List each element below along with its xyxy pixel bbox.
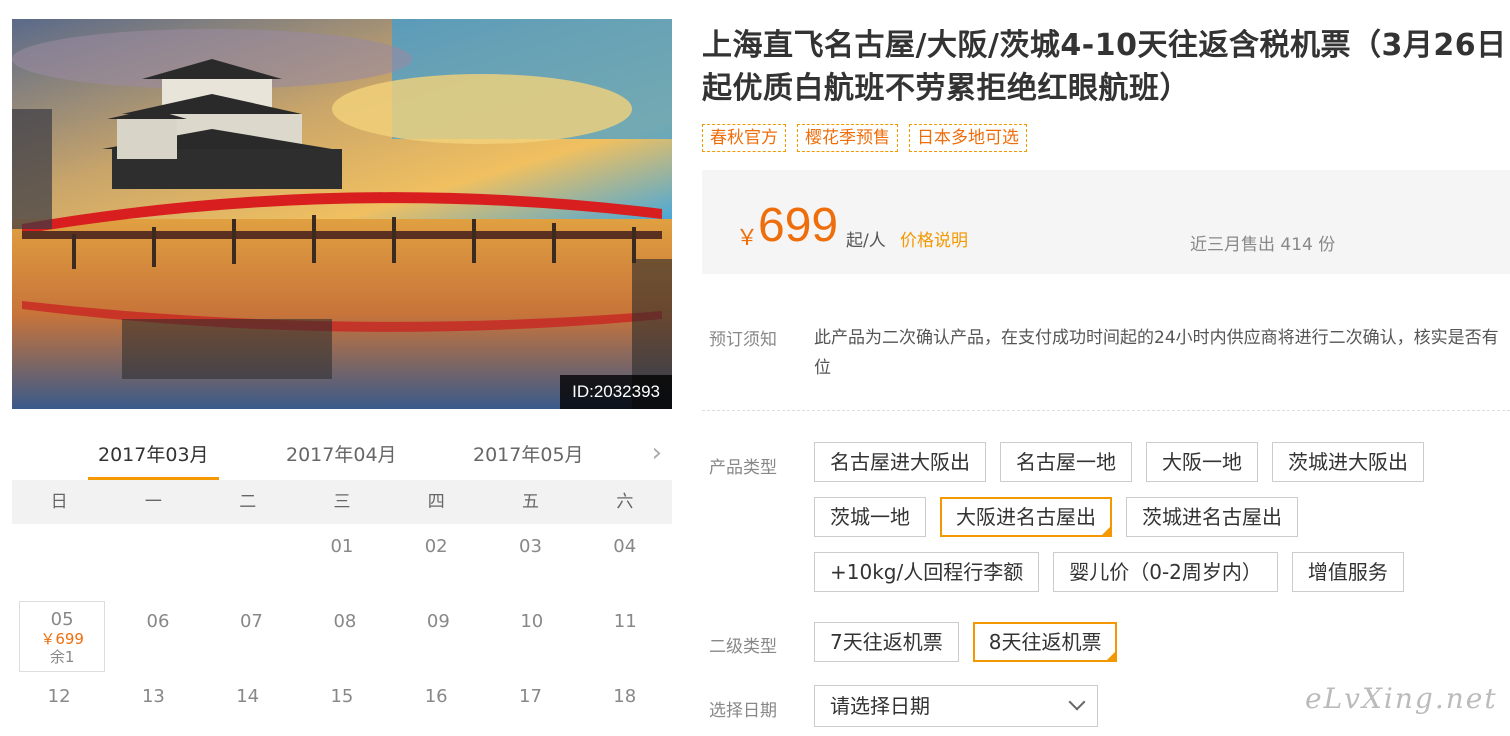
- weekday-fri: 五: [522, 492, 540, 512]
- sub-type-label: 二级类型: [709, 637, 777, 657]
- calendar-day: 15: [330, 686, 354, 707]
- weekday-sun: 日: [50, 492, 68, 512]
- option-button[interactable]: 婴儿价（0-2周岁内）: [1053, 552, 1278, 592]
- month-tabs: 2017年03月 2017年04月 2017年05月 ›: [12, 426, 672, 482]
- option-button[interactable]: 名古屋一地: [1000, 442, 1132, 482]
- calendar-day: 07: [239, 611, 263, 632]
- price-note-link[interactable]: 价格说明: [900, 226, 968, 251]
- option-button[interactable]: 增值服务: [1291, 552, 1404, 592]
- date-select[interactable]: 请选择日期: [814, 685, 1098, 727]
- option-button[interactable]: 茨城进大阪出: [1272, 442, 1424, 482]
- tab-month-may[interactable]: 2017年05月: [463, 440, 594, 479]
- option-button[interactable]: 7天往返机票: [814, 622, 959, 662]
- price-unit: 起/人: [846, 231, 886, 251]
- notice-text: 此产品为二次确认产品，在支付成功时间起的24小时内供应商将进行二次确认，核实是否…: [814, 328, 1499, 378]
- date-label: 选择日期: [709, 701, 777, 721]
- calendar-day: 18: [613, 686, 637, 707]
- day-price: ￥699: [40, 630, 84, 648]
- calendar-day: 17: [519, 686, 542, 707]
- product-title: 上海直飞名古屋/大阪/茨城4-10天往返含税机票（3月26日起优质白航班不劳累拒…: [702, 28, 1507, 106]
- tag: 春秋官方: [702, 124, 786, 152]
- option-button[interactable]: 茨城一地: [814, 497, 926, 537]
- calendar-week: 01 02 03 04: [12, 524, 672, 599]
- product-page: ID:2032393 2017年03月 2017年04月 2017年05月 › …: [0, 0, 1510, 736]
- day-remaining: 余1: [49, 648, 75, 666]
- option-button[interactable]: +10kg/人回程行李额: [814, 552, 1040, 592]
- option-button[interactable]: 茨城进名古屋出: [1126, 497, 1298, 537]
- calendar-week: 05 ￥699 余1 06 07 08 09 10 11: [12, 599, 672, 674]
- product-type-options: 名古屋进大阪出 名古屋一地 大阪一地 茨城进大阪出 茨城一地 大阪进名古屋出 茨…: [814, 442, 1504, 592]
- weekday-mon: 一: [144, 492, 162, 512]
- calendar-day: 13: [141, 686, 165, 707]
- calendar-day: 02: [424, 536, 448, 557]
- option-button-selected[interactable]: 大阪进名古屋出: [940, 497, 1112, 537]
- calendar-day: 09: [426, 611, 450, 632]
- product-photo[interactable]: ID:2032393: [12, 19, 672, 409]
- chevron-right-icon[interactable]: ›: [652, 438, 662, 468]
- calendar-week: 12 13 14 15 16 17 18: [12, 674, 672, 734]
- notice-label: 预订须知: [709, 330, 777, 350]
- product-tags: 春秋官方 樱花季预售 日本多地可选: [702, 124, 1027, 152]
- product-type-label: 产品类型: [709, 458, 777, 478]
- price-value: 699: [758, 199, 839, 252]
- weekday-thu: 四: [427, 492, 445, 512]
- calendar-day: 12: [47, 686, 71, 707]
- calendar-day: 08: [333, 611, 357, 632]
- tab-month-apr[interactable]: 2017年04月: [276, 440, 407, 479]
- tag: 樱花季预售: [797, 124, 898, 152]
- castle-image: [12, 19, 672, 409]
- divider: [702, 410, 1510, 411]
- currency-symbol: ￥: [736, 226, 759, 251]
- calendar-day-available[interactable]: 05 ￥699 余1: [19, 601, 106, 672]
- calendar-empty: [106, 524, 200, 599]
- option-button[interactable]: 大阪一地: [1146, 442, 1258, 482]
- date-select-placeholder: 请选择日期: [830, 694, 930, 718]
- price-calendar: 2017年03月 2017年04月 2017年05月 › 日 一 二 三 四 五…: [12, 426, 672, 736]
- option-button-selected[interactable]: 8天往返机票: [972, 622, 1118, 662]
- calendar-day: 14: [236, 686, 260, 707]
- weekday-sat: 六: [616, 492, 634, 512]
- tag: 日本多地可选: [909, 124, 1027, 152]
- calendar-days: 01 02 03 04 05 ￥699 余1 06 07 08 09 10 11…: [12, 524, 672, 734]
- calendar-day: 03: [519, 536, 542, 557]
- calendar-empty: [12, 524, 106, 599]
- price-box: ￥ 699 起/人 价格说明 近三月售出 414 份: [702, 170, 1510, 274]
- sub-type-options: 7天往返机票 8天往返机票: [814, 622, 1504, 662]
- day-number: 05: [50, 609, 74, 630]
- chevron-down-icon: [1068, 693, 1086, 711]
- calendar-empty: [201, 524, 295, 599]
- photo-id-label: ID:2032393: [560, 375, 672, 409]
- calendar-day: 11: [613, 611, 637, 632]
- weekday-wed: 三: [333, 492, 351, 512]
- calendar-day: 16: [424, 686, 448, 707]
- calendar-day: 10: [520, 611, 544, 632]
- calendar-day: 06: [146, 611, 170, 632]
- calendar-day: 04: [613, 536, 637, 557]
- tab-month-mar[interactable]: 2017年03月: [88, 440, 219, 480]
- sold-count: 近三月售出 414 份: [1190, 235, 1336, 255]
- weekday-tue: 二: [239, 492, 257, 512]
- option-button[interactable]: 名古屋进大阪出: [814, 442, 986, 482]
- calendar-day: 01: [330, 536, 354, 557]
- weekday-header: 日 一 二 三 四 五 六: [12, 480, 672, 524]
- watermark: eLvXing.net: [1305, 682, 1498, 715]
